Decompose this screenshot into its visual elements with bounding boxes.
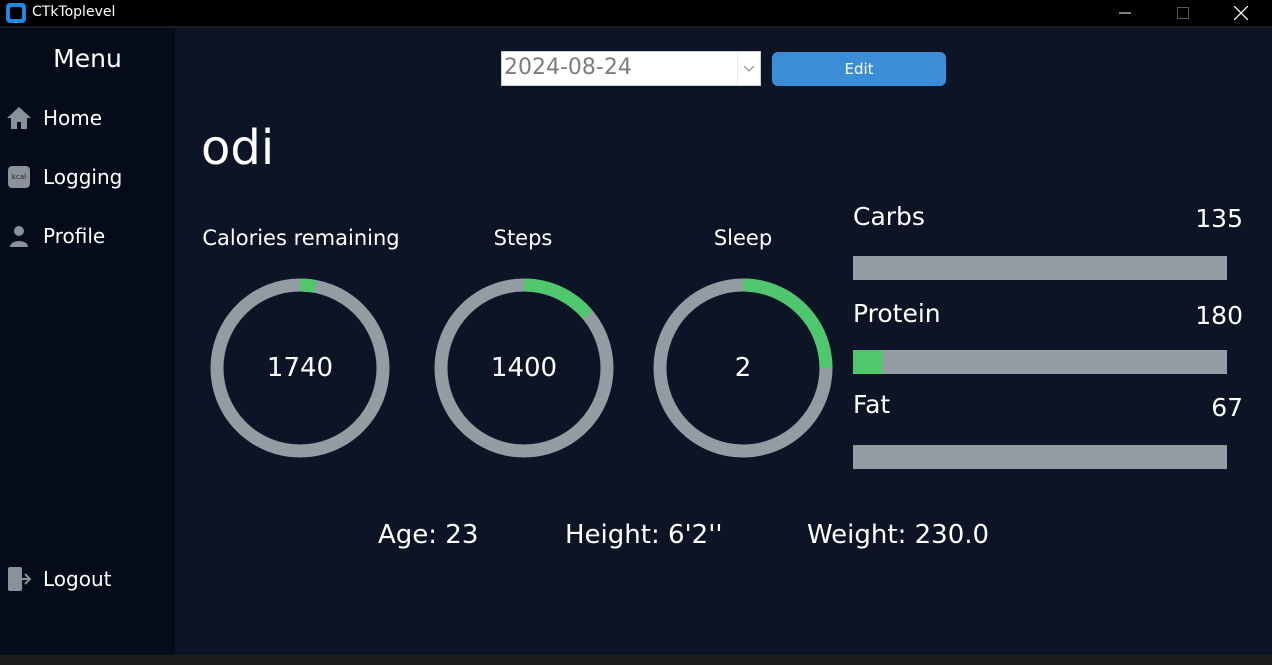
steps-value: 1400 [490,353,558,383]
protein-bar-fill [853,350,883,374]
kcal-icon-text: kcal [8,166,30,188]
carbs-value: 135 [1195,204,1243,233]
home-icon [6,105,32,131]
sleep-value: 2 [734,353,752,383]
sidebar-item-label: Home [43,106,103,130]
chevron-down-icon[interactable] [737,52,760,85]
carbs-bar [853,256,1227,280]
date-value: 2024-08-24 [504,55,632,80]
close-button[interactable] [1212,0,1270,26]
sidebar: Menu Home kcal Logging Profile Logout [0,28,175,655]
sidebar-item-home[interactable]: Home [6,101,102,135]
protein-value: 180 [1195,301,1243,330]
protein-label: Protein [853,299,941,328]
sidebar-item-profile[interactable]: Profile [6,219,105,253]
window-title: CTkToplevel [32,4,116,20]
app-icon [6,3,26,23]
person-icon [6,223,32,249]
close-icon [1234,6,1248,20]
calories-title: Calories remaining [202,226,400,250]
kcal-icon: kcal [6,164,32,190]
minimize-button[interactable] [1096,0,1154,26]
logout-label: Logout [43,567,112,591]
fat-value: 67 [1211,393,1243,422]
protein-bar [853,350,1227,374]
sidebar-item-logging[interactable]: kcal Logging [6,160,122,194]
height-text: Height: 6'2'' [565,520,723,550]
fat-bar [853,445,1227,469]
sidebar-item-label: Profile [43,224,106,248]
logout-icon [6,566,32,592]
fat-label: Fat [853,390,891,419]
username: odi [201,120,275,176]
steps-title: Steps [493,226,553,250]
menu-title: Menu [53,44,122,73]
date-select[interactable]: 2024-08-24 [501,51,761,86]
title-bar: CTkToplevel [0,0,1272,26]
maximize-button[interactable] [1154,0,1212,26]
sleep-title: Sleep [713,226,773,250]
sidebar-item-label: Logging [43,165,123,189]
minimize-icon [1119,12,1131,14]
weight-text: Weight: 230.0 [807,520,990,550]
calories-value: 1740 [266,353,334,383]
edit-button[interactable]: Edit [772,52,946,86]
logout-button[interactable]: Logout [6,562,111,596]
maximize-icon [1177,7,1189,19]
carbs-label: Carbs [853,202,925,231]
app-window: Menu Home kcal Logging Profile Logout 20… [0,28,1272,655]
age-text: Age: 23 [378,520,479,550]
